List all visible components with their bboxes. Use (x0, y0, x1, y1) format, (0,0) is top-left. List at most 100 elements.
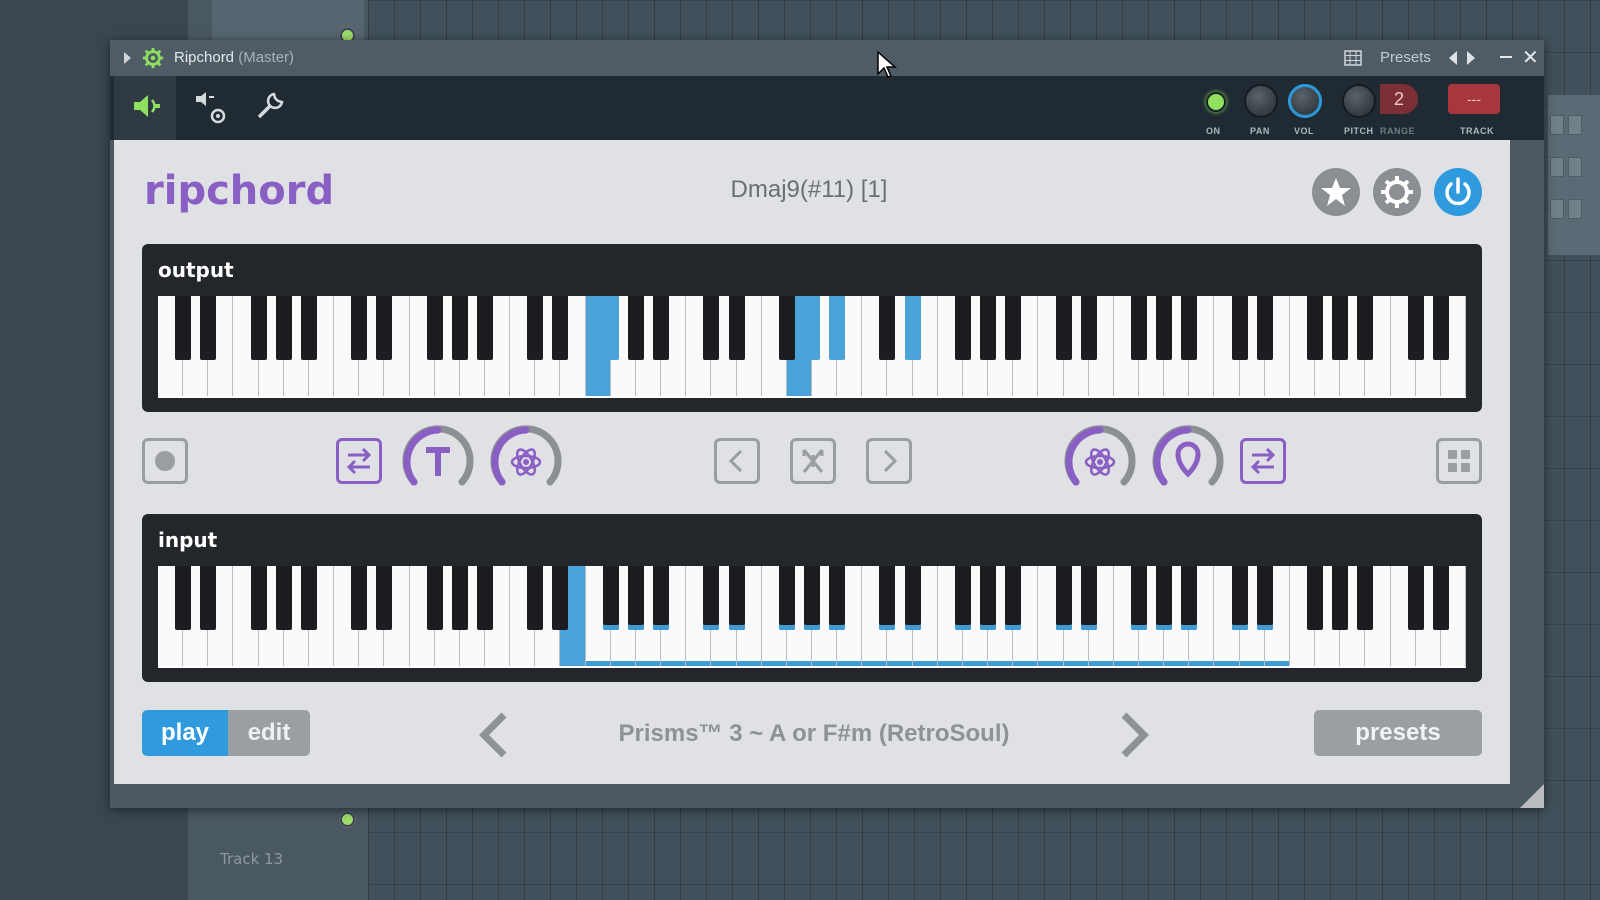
output-black-key[interactable] (376, 296, 393, 360)
input-black-key[interactable] (250, 566, 267, 630)
output-black-key[interactable] (653, 296, 670, 360)
input-black-key[interactable] (552, 566, 569, 630)
output-black-key[interactable] (1332, 296, 1349, 360)
input-black-key[interactable] (1332, 566, 1349, 630)
next-preset-icon[interactable] (1467, 51, 1475, 65)
prev-chord-button[interactable] (714, 438, 760, 484)
output-black-key[interactable] (351, 296, 368, 360)
wrench-button[interactable] (238, 76, 300, 140)
input-black-key[interactable] (1131, 566, 1147, 630)
input-black-key[interactable] (1005, 566, 1022, 630)
piano-roll-icon[interactable] (1344, 50, 1362, 66)
output-black-key[interactable] (300, 296, 317, 360)
mixer-track-selector[interactable]: --- (1448, 84, 1500, 114)
pan-knob[interactable] (1244, 84, 1278, 118)
record-button[interactable] (142, 438, 188, 484)
output-black-key[interactable] (703, 296, 720, 360)
input-black-key[interactable] (175, 566, 192, 630)
output-black-key[interactable] (477, 296, 493, 360)
presets-menu[interactable]: Presets (1380, 49, 1431, 66)
input-black-key[interactable] (879, 566, 896, 630)
output-black-key[interactable] (1055, 296, 1072, 360)
input-black-key[interactable] (602, 566, 619, 630)
power-button[interactable] (1434, 168, 1482, 216)
speaker-settings-button[interactable] (176, 76, 238, 140)
output-black-key[interactable] (1156, 296, 1173, 360)
gear-icon[interactable] (142, 47, 164, 69)
input-keyboard[interactable] (158, 566, 1466, 668)
input-black-key[interactable] (703, 566, 720, 630)
next-chord-button[interactable] (866, 438, 912, 484)
output-black-key[interactable] (200, 296, 217, 360)
volume-knob[interactable] (1288, 84, 1322, 118)
output-black-key[interactable] (426, 296, 443, 360)
output-black-key[interactable] (175, 296, 192, 360)
input-black-key[interactable] (351, 566, 368, 630)
spread-right-dial-icon[interactable] (1062, 424, 1138, 500)
on-led[interactable] (1206, 92, 1226, 112)
input-black-key[interactable] (804, 566, 820, 630)
output-black-key[interactable] (1231, 296, 1248, 360)
output-keyboard[interactable] (158, 296, 1466, 398)
output-black-key[interactable] (627, 296, 644, 360)
output-black-key[interactable] (1181, 296, 1198, 360)
shift-left-button[interactable] (336, 438, 382, 484)
presets-button[interactable]: presets (1314, 710, 1482, 756)
input-black-key[interactable] (300, 566, 317, 630)
output-black-key[interactable] (1005, 296, 1022, 360)
grid-view-button[interactable] (1436, 438, 1482, 484)
output-black-key[interactable] (879, 296, 896, 360)
output-black-key[interactable] (728, 296, 745, 360)
input-black-key[interactable] (627, 566, 644, 630)
input-black-key[interactable] (653, 566, 670, 630)
input-black-key[interactable] (728, 566, 745, 630)
output-black-key[interactable] (1407, 296, 1424, 360)
output-black-key[interactable] (1307, 296, 1324, 360)
prev-preset-icon[interactable] (1449, 51, 1457, 65)
collapse-arrow-icon[interactable] (124, 52, 131, 64)
input-black-key[interactable] (778, 566, 795, 630)
input-black-key[interactable] (1156, 566, 1173, 630)
track-label[interactable]: Track 13 (220, 850, 283, 868)
output-black-key[interactable] (1432, 296, 1449, 360)
input-black-key[interactable] (1256, 566, 1273, 630)
output-black-key[interactable] (804, 296, 820, 360)
output-black-key[interactable] (1357, 296, 1374, 360)
voicing-dial-icon[interactable] (1150, 424, 1226, 500)
track-led[interactable] (340, 812, 355, 827)
next-preset-arrow-icon[interactable] (1114, 710, 1154, 760)
window-titlebar[interactable]: Ripchord (Master) Presets ✕ (110, 40, 1544, 76)
output-black-key[interactable] (904, 296, 921, 360)
output-black-key[interactable] (778, 296, 795, 360)
shift-right-button[interactable] (1240, 438, 1286, 484)
pitch-range-value[interactable]: 2 (1380, 84, 1418, 114)
input-black-key[interactable] (376, 566, 393, 630)
input-black-key[interactable] (1307, 566, 1324, 630)
input-black-key[interactable] (829, 566, 846, 630)
input-black-key[interactable] (954, 566, 971, 630)
shuffle-button[interactable] (790, 438, 836, 484)
output-black-key[interactable] (527, 296, 544, 360)
output-black-key[interactable] (1080, 296, 1097, 360)
settings-button[interactable] (1373, 168, 1421, 216)
pitch-knob[interactable] (1342, 84, 1376, 118)
output-black-key[interactable] (250, 296, 267, 360)
input-black-key[interactable] (275, 566, 292, 630)
output-black-key[interactable] (1256, 296, 1273, 360)
input-black-key[interactable] (200, 566, 217, 630)
output-black-key[interactable] (829, 296, 846, 360)
spread-dial-icon[interactable] (488, 424, 564, 500)
output-black-key[interactable] (980, 296, 997, 360)
input-black-key[interactable] (1357, 566, 1374, 630)
transpose-dial-icon[interactable] (400, 424, 476, 500)
input-black-key[interactable] (426, 566, 443, 630)
input-black-key[interactable] (1055, 566, 1072, 630)
output-black-key[interactable] (552, 296, 569, 360)
input-black-key[interactable] (527, 566, 544, 630)
input-black-key[interactable] (904, 566, 921, 630)
input-black-key[interactable] (451, 566, 468, 630)
prev-preset-arrow-icon[interactable] (474, 710, 514, 760)
favorite-button[interactable] (1312, 168, 1360, 216)
edit-mode-button[interactable]: edit (228, 710, 310, 756)
input-black-key[interactable] (980, 566, 997, 630)
